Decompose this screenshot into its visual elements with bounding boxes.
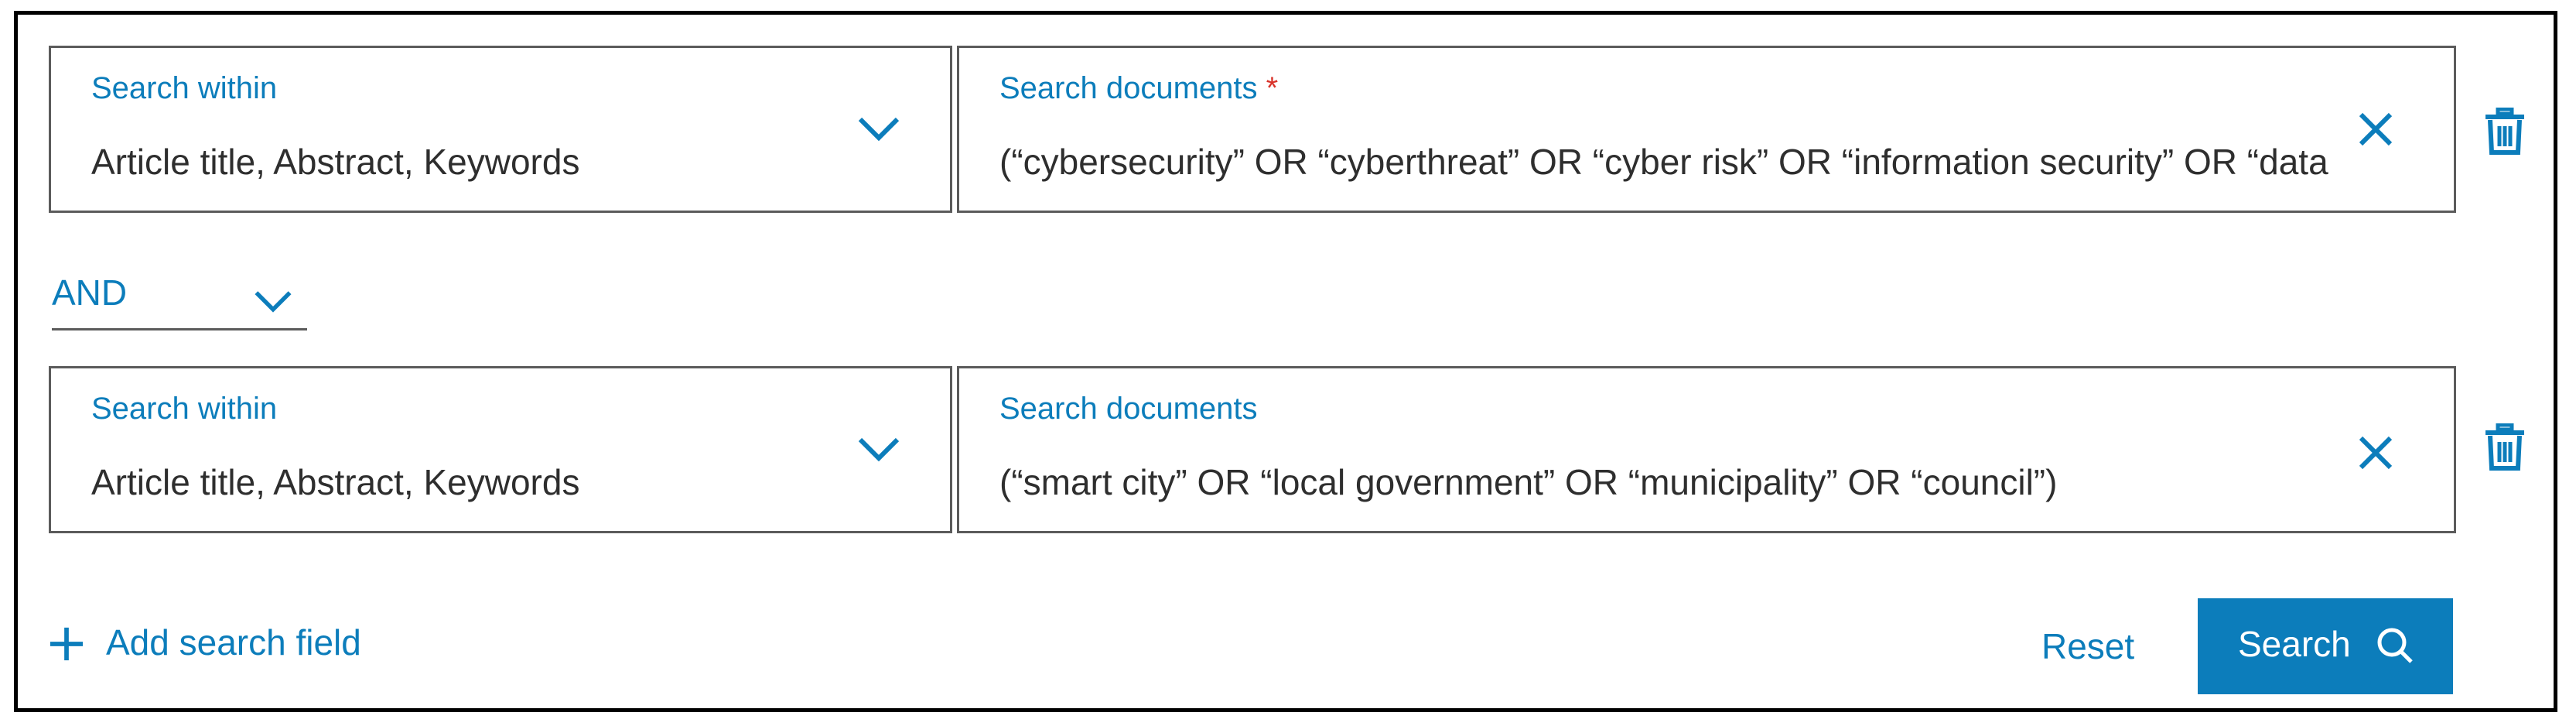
search-within-select-2[interactable]: Search within Article title, Abstract, K…	[49, 366, 952, 533]
close-icon[interactable]	[2356, 110, 2395, 149]
chevron-down-icon[interactable]	[251, 287, 295, 315]
search-documents-label: Search documents	[999, 392, 1258, 426]
required-marker: *	[1266, 71, 1279, 105]
chevron-down-icon[interactable]	[856, 433, 902, 464]
search-within-value: Article title, Abstract, Keywords	[91, 462, 580, 502]
close-icon[interactable]	[2356, 433, 2395, 472]
reset-button[interactable]: Reset	[2041, 615, 2134, 677]
advanced-search-panel: Search within Article title, Abstract, K…	[14, 11, 2557, 712]
search-within-value: Article title, Abstract, Keywords	[91, 142, 580, 182]
plus-icon	[50, 627, 84, 661]
trash-icon[interactable]	[2484, 423, 2526, 471]
search-within-label: Search within	[91, 71, 278, 105]
search-query-input[interactable]: (“smart city” OR “local government” OR “…	[999, 461, 2454, 503]
boolean-operator-select[interactable]: AND	[52, 262, 307, 330]
search-within-select-1[interactable]: Search within Article title, Abstract, K…	[49, 46, 952, 213]
search-button[interactable]: Search	[2198, 598, 2453, 694]
search-within-label: Search within	[91, 392, 278, 426]
search-documents-label: Search documents *	[999, 71, 1279, 105]
chevron-down-icon[interactable]	[856, 113, 902, 144]
trash-icon[interactable]	[2484, 108, 2526, 156]
operator-value: AND	[52, 272, 128, 313]
search-documents-field-2[interactable]: Search documents (“smart city” OR “local…	[957, 366, 2456, 533]
magnifier-icon	[2377, 628, 2413, 663]
search-documents-field-1[interactable]: Search documents * (“cybersecurity” OR “…	[957, 46, 2456, 213]
search-query-input[interactable]: (“cybersecurity” OR “cyberthreat” OR “cy…	[999, 141, 2454, 183]
search-button-label: Search	[2238, 624, 2351, 664]
add-search-field-label: Add search field	[106, 622, 361, 663]
